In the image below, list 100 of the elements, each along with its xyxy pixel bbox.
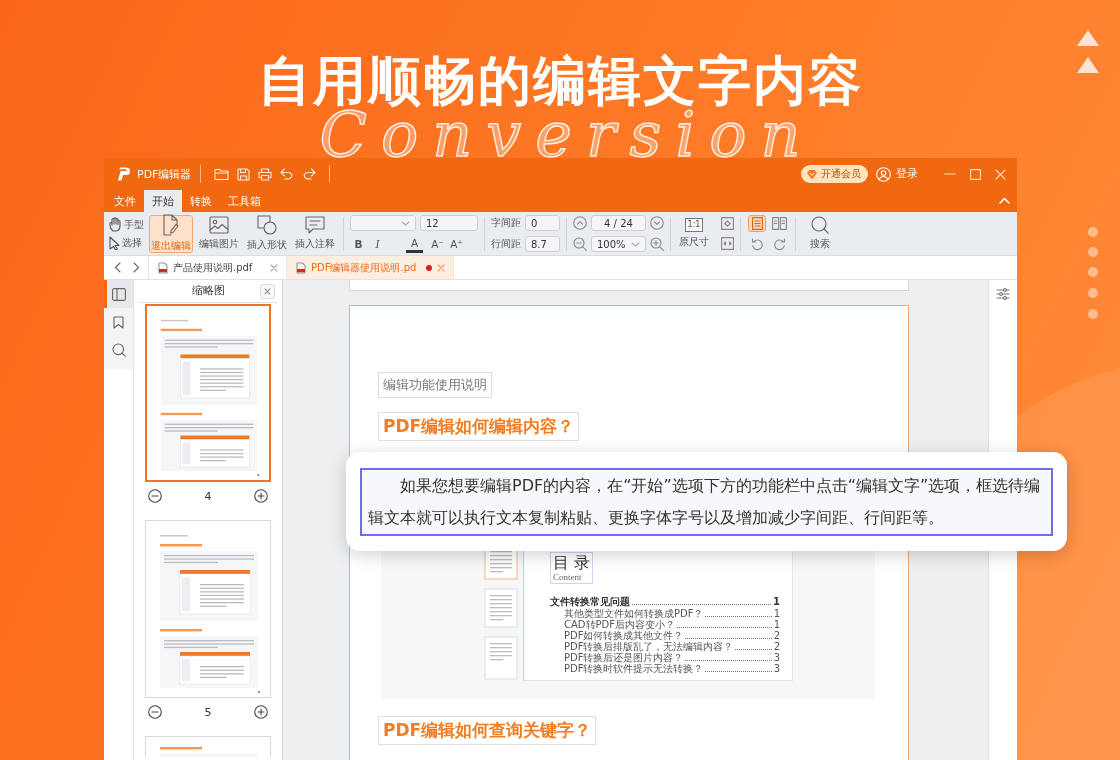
minus-circle-icon[interactable] bbox=[148, 489, 162, 503]
plus-circle-icon[interactable] bbox=[254, 705, 268, 719]
toc-entry: 其他类型文件如何转换成PDF？ bbox=[564, 608, 704, 619]
sidebar-icon bbox=[111, 287, 126, 301]
ratio-glyph: 1:1 bbox=[684, 218, 704, 232]
thumbnail-panel-button[interactable] bbox=[104, 280, 133, 308]
font-size-field[interactable]: 12 bbox=[420, 215, 478, 231]
pdf-file-icon bbox=[296, 261, 306, 274]
caret-icon bbox=[401, 220, 410, 226]
two-page-button[interactable] bbox=[770, 214, 788, 232]
toc-page-number: 3 bbox=[773, 663, 780, 674]
pdf-file-icon bbox=[158, 261, 168, 274]
single-page-icon bbox=[751, 216, 763, 230]
undo-icon[interactable] bbox=[280, 168, 295, 180]
dot-icon bbox=[1088, 288, 1098, 298]
select-tool-button[interactable]: 选择 bbox=[108, 236, 145, 250]
field-label: 行间距 bbox=[491, 237, 521, 251]
chevron-right-icon[interactable] bbox=[133, 262, 140, 273]
toc-title: 目 录 bbox=[553, 553, 591, 572]
close-icon bbox=[264, 287, 271, 295]
chevron-up-icon[interactable] bbox=[999, 197, 1010, 204]
menu-tab[interactable]: 开始 bbox=[144, 190, 182, 212]
folder-icon[interactable] bbox=[214, 167, 230, 181]
plus-circle-icon[interactable] bbox=[254, 489, 268, 503]
field-label: 字间距 bbox=[491, 216, 521, 230]
rotate-left-icon[interactable] bbox=[750, 237, 764, 251]
triangle-icon bbox=[1077, 30, 1099, 46]
user-icon[interactable] bbox=[876, 166, 891, 182]
toc-page-number: 2 bbox=[773, 630, 780, 641]
redo-icon[interactable] bbox=[302, 168, 317, 180]
chevron-left-icon[interactable] bbox=[114, 262, 121, 273]
cursor-icon bbox=[109, 236, 120, 250]
previous-page-icon[interactable] bbox=[573, 216, 587, 230]
toc-entry: CAD转PDF后内容变小？ bbox=[564, 619, 675, 630]
page-number-field[interactable]: 4 / 24 bbox=[591, 215, 646, 231]
insert-comment-button[interactable]: 插入注释 bbox=[293, 214, 337, 253]
two-page-icon bbox=[771, 216, 787, 230]
rotate-right-icon[interactable] bbox=[772, 237, 786, 251]
app-title: PDF编辑器 bbox=[137, 166, 192, 182]
heading-text-block: PDF编辑如何编辑内容？ bbox=[378, 412, 580, 441]
hand-icon bbox=[109, 217, 122, 232]
hand-tool-button[interactable]: 手型 bbox=[108, 217, 145, 232]
decrease-font-button[interactable]: A⁻ bbox=[429, 236, 446, 252]
insert-shape-button[interactable]: 插入形状 bbox=[245, 214, 289, 253]
toc-page-number: 2 bbox=[773, 641, 780, 652]
font-color-button[interactable]: A bbox=[406, 235, 423, 253]
close-icon[interactable] bbox=[437, 263, 446, 272]
toc-page-number: 1 bbox=[773, 619, 780, 630]
print-icon[interactable] bbox=[258, 167, 273, 181]
search-icon bbox=[111, 343, 126, 357]
minus-circle-icon[interactable] bbox=[148, 705, 162, 719]
toc-subtitle: Content bbox=[553, 572, 582, 582]
char-spacing-field[interactable]: 0 bbox=[525, 215, 560, 231]
fit-page-icon[interactable] bbox=[721, 217, 734, 230]
image-icon bbox=[209, 216, 229, 234]
highlighted-paragraph: 如果您想要编辑PDF的内容，在“开始”选项下方的功能栏中点击“编辑文字”选项，框选待编辑文本就可以执行文本复制粘贴、更换字体字号以及增加减少字间距、行间距等。 bbox=[360, 468, 1053, 536]
increase-font-button[interactable]: A⁺ bbox=[448, 236, 465, 252]
page-number: 5 bbox=[204, 705, 212, 719]
toc-entry: PDF转换后还是图片内容？ bbox=[564, 652, 684, 663]
single-page-button[interactable] bbox=[748, 214, 766, 232]
maximize-icon[interactable] bbox=[970, 168, 981, 180]
gem-icon bbox=[806, 168, 818, 180]
search-button[interactable]: 搜索 bbox=[808, 216, 832, 251]
toc-page-number: 1 bbox=[773, 596, 780, 608]
toc-page-number: 1 bbox=[773, 608, 780, 619]
shapes-icon bbox=[257, 215, 277, 235]
decorative-script-word: Conversion bbox=[319, 112, 815, 158]
comment-icon bbox=[305, 216, 325, 234]
dot-icon bbox=[1088, 267, 1098, 277]
zoom-in-icon[interactable] bbox=[650, 237, 664, 251]
triangle-icon bbox=[1077, 57, 1099, 73]
dot-icon bbox=[1088, 309, 1098, 319]
headline: 自用顺畅的编辑文字内容 bbox=[257, 50, 863, 111]
toc-entry: PDF如何转换成其他文件？ bbox=[564, 630, 684, 641]
dot-icon bbox=[1088, 227, 1098, 237]
edit-image-button[interactable]: 编辑图片 bbox=[197, 214, 241, 253]
toc-section-title: 文件转换常见问题 bbox=[550, 596, 630, 608]
zoom-select[interactable]: 100% bbox=[591, 236, 646, 252]
save-icon[interactable] bbox=[237, 167, 251, 181]
caret-icon bbox=[631, 241, 640, 247]
close-button[interactable] bbox=[260, 283, 275, 299]
zoom-out-icon[interactable] bbox=[573, 237, 587, 251]
actual-size-button[interactable]: 1:1 原尺寸 bbox=[677, 218, 711, 249]
fit-width-icon[interactable] bbox=[721, 237, 734, 250]
sliders-icon[interactable] bbox=[996, 288, 1010, 300]
page-thumbnail[interactable] bbox=[145, 304, 271, 482]
panel-title: 缩略图 bbox=[191, 284, 225, 298]
toc-page-number: 3 bbox=[773, 652, 780, 663]
line-spacing-field[interactable]: 8.7 bbox=[525, 236, 560, 252]
italic-button[interactable]: I bbox=[369, 236, 386, 252]
logo-icon bbox=[116, 167, 130, 181]
dot-icon bbox=[1088, 247, 1098, 257]
vip-button[interactable]: 开通会员 bbox=[801, 165, 868, 183]
search-icon bbox=[811, 216, 829, 234]
next-page-icon[interactable] bbox=[650, 216, 664, 230]
bookmark-icon bbox=[113, 315, 124, 329]
toc-entry: PDF转换时软件提示无法转换？ bbox=[564, 663, 704, 674]
bold-button[interactable]: B bbox=[350, 236, 367, 252]
close-icon[interactable] bbox=[270, 263, 278, 272]
toc-entry: PDF转换后排版乱了，无法编辑内容？ bbox=[564, 641, 734, 652]
